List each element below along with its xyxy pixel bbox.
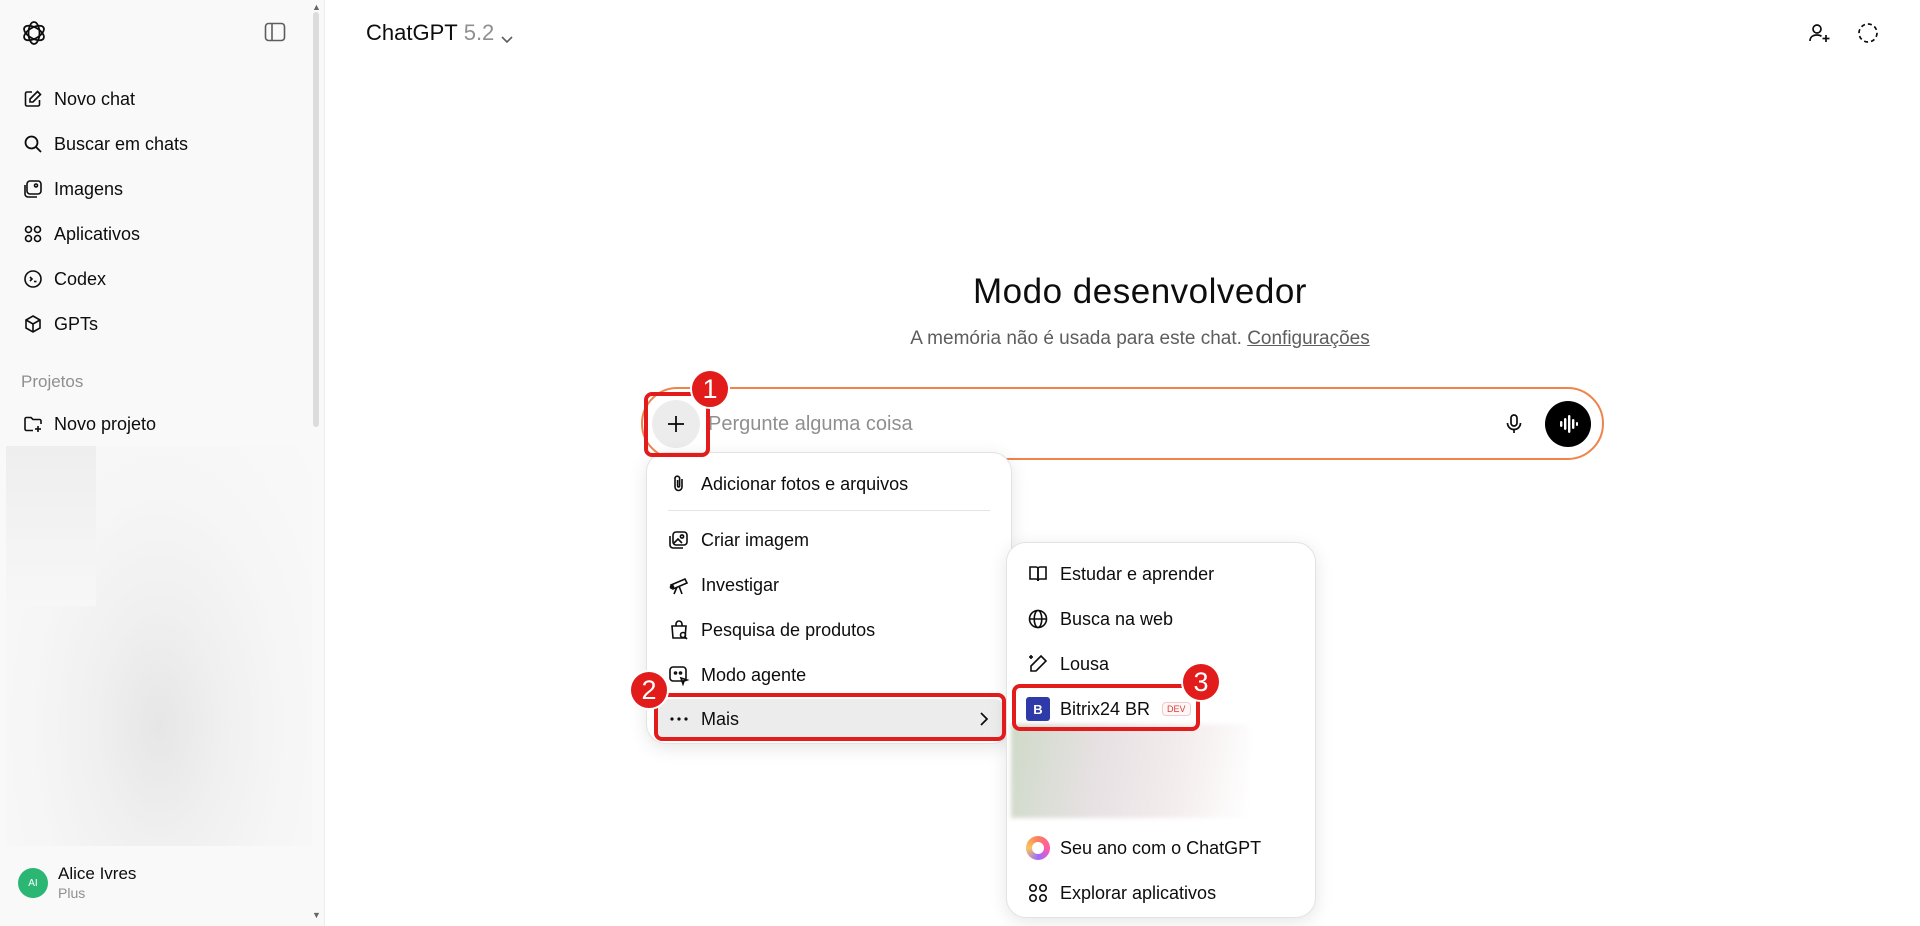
- menu-item-canvas[interactable]: Lousa: [1026, 644, 1109, 684]
- pen-icon: [1026, 652, 1050, 676]
- menu-item-label: Criar imagem: [701, 529, 810, 550]
- sidebar-item-label: Codex: [54, 268, 107, 289]
- model-version: 5.2: [463, 20, 495, 45]
- menu-item-label: Explorar aplicativos: [1060, 882, 1217, 903]
- annotation-badge-1: 1: [690, 369, 730, 409]
- sidebar-item-gpts[interactable]: GPTs: [14, 304, 309, 344]
- sidebar-scrollbar[interactable]: [313, 12, 319, 427]
- menu-item-study-learn[interactable]: Estudar e aprender: [1026, 554, 1214, 594]
- menu-item-create-image[interactable]: Criar imagem: [667, 520, 809, 560]
- menu-item-web-search[interactable]: Busca na web: [1026, 599, 1173, 639]
- book-icon: [1026, 562, 1050, 586]
- year-icon: [1026, 836, 1050, 860]
- add-person-icon[interactable]: [1806, 20, 1832, 46]
- prompt-input[interactable]: [708, 407, 1478, 441]
- cube-icon: [22, 313, 44, 335]
- codex-icon: [22, 268, 44, 290]
- agent-icon: [667, 663, 691, 687]
- search-icon: [22, 133, 44, 155]
- menu-item-add-photos-files[interactable]: Adicionar fotos e arquivos: [667, 464, 908, 504]
- avatar: AI: [18, 868, 48, 898]
- microphone-icon[interactable]: [1502, 412, 1526, 436]
- shopping-bag-icon: [667, 618, 691, 642]
- user-plan: Plus: [58, 885, 86, 901]
- voice-mode-button[interactable]: [1545, 401, 1591, 447]
- sidebar-item-label: Aplicativos: [54, 223, 141, 244]
- menu-item-label: Busca na web: [1060, 608, 1174, 629]
- page-subtitle: A memória não é usada para este chat. Co…: [640, 328, 1640, 350]
- menu-divider: [668, 510, 990, 511]
- menu-item-agent-mode[interactable]: Modo agente: [667, 655, 806, 695]
- telescope-icon: [667, 573, 691, 597]
- globe-icon: [1026, 607, 1050, 631]
- apps-icon: [22, 223, 44, 245]
- menu-item-label: Modo agente: [701, 664, 807, 685]
- sidebar-item-novo-chat[interactable]: Novo chat: [14, 79, 309, 119]
- highlight-box-mais: [654, 693, 1006, 741]
- sidebar-item-novo-projeto[interactable]: Novo projeto: [14, 404, 309, 444]
- settings-link[interactable]: Configurações: [1247, 328, 1370, 349]
- menu-item-label: Estudar e aprender: [1060, 563, 1215, 584]
- highlight-box-bitrix: [1012, 684, 1200, 731]
- edit-icon: [22, 88, 44, 110]
- blurred-chat-history-left: [6, 446, 96, 606]
- scroll-down-arrow-icon[interactable]: ▼: [312, 910, 321, 920]
- menu-item-label: Seu ano com o ChatGPT: [1060, 837, 1262, 858]
- sidebar-item-label: Buscar em chats: [54, 133, 189, 154]
- annotation-badge-2: 2: [629, 670, 669, 710]
- menu-item-label: Adicionar fotos e arquivos: [701, 473, 909, 494]
- images-icon: [22, 178, 44, 200]
- menu-item-investigate[interactable]: Investigar: [667, 565, 779, 605]
- menu-item-label: Investigar: [701, 574, 780, 595]
- paperclip-icon: [667, 472, 691, 496]
- sidebar-item-buscar[interactable]: Buscar em chats: [14, 124, 309, 164]
- image-create-icon: [667, 528, 691, 552]
- sidebar-item-codex[interactable]: Codex: [14, 259, 309, 299]
- menu-item-label: Pesquisa de produtos: [701, 619, 876, 640]
- waveform-icon: [1560, 415, 1578, 433]
- openai-logo-icon[interactable]: [20, 19, 48, 47]
- menu-item-your-year[interactable]: Seu ano com o ChatGPT: [1026, 828, 1261, 868]
- scroll-up-arrow-icon[interactable]: ▲: [312, 2, 321, 12]
- sidebar: Novo chat Buscar em chats Imagens Aplica…: [0, 0, 325, 926]
- sidebar-item-label: Novo chat: [54, 88, 136, 109]
- sidebar-item-imagens[interactable]: Imagens: [14, 169, 309, 209]
- annotation-badge-3: 3: [1181, 662, 1221, 702]
- user-profile-button[interactable]: AI Alice Ivres Plus: [18, 864, 136, 902]
- sidebar-toggle-icon[interactable]: [264, 22, 288, 44]
- page-title: Modo desenvolvedor: [973, 272, 1307, 311]
- model-selector[interactable]: ChatGPT 5.2: [366, 20, 514, 46]
- apps-icon: [1026, 881, 1050, 905]
- chevron-down-icon: [500, 26, 514, 44]
- menu-item-explore-apps[interactable]: Explorar aplicativos: [1026, 873, 1216, 913]
- sidebar-item-label: GPTs: [54, 313, 99, 334]
- user-name: Alice Ivres: [58, 864, 137, 883]
- menu-item-label: Lousa: [1060, 653, 1110, 674]
- model-name: ChatGPT: [366, 20, 458, 45]
- sidebar-item-label: Novo projeto: [54, 413, 157, 434]
- temporary-chat-icon[interactable]: [1855, 20, 1881, 46]
- sidebar-item-label: Imagens: [54, 178, 124, 199]
- sidebar-item-aplicativos[interactable]: Aplicativos: [14, 214, 309, 254]
- menu-item-product-search[interactable]: Pesquisa de produtos: [667, 610, 875, 650]
- projects-section-label: Projetos: [21, 372, 84, 391]
- folder-plus-icon: [22, 413, 44, 435]
- blurred-app-list: [1011, 724, 1249, 818]
- subtitle-text: A memória não é usada para este chat.: [910, 328, 1242, 349]
